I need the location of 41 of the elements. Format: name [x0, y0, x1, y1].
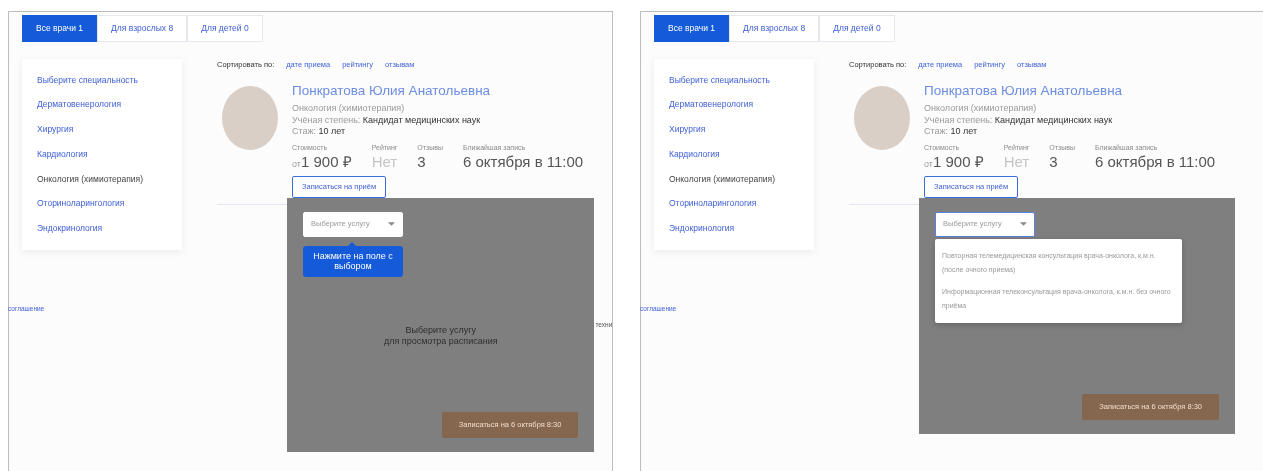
- specialty-link[interactable]: Дерматовенерология: [37, 93, 122, 118]
- stat-value: от1 900 ₽: [924, 153, 984, 171]
- doctor-specialty: Онкология (химиотерапия): [292, 101, 406, 115]
- filter-tab[interactable]: Для детей 0: [187, 15, 263, 42]
- filter-tab[interactable]: Для детей 0: [819, 15, 895, 42]
- doctor-name[interactable]: Понкратова Юлия Анатольевна: [924, 82, 1216, 99]
- experience-text: Стаж: 10 лет: [292, 126, 347, 138]
- specialty-link[interactable]: Выберите специальность: [37, 68, 138, 94]
- doctor-name[interactable]: Понкратова Юлия Анатольевна: [292, 82, 584, 99]
- caret-icon: [388, 222, 395, 227]
- doctor-specialty: Онкология (химиотерапия): [924, 101, 1038, 115]
- stat-value: 6 октября в 11:00: [1095, 153, 1216, 171]
- stat-value: Нет: [371, 153, 398, 171]
- hint-text: Выберите услугу: [404, 325, 477, 336]
- specialty-link[interactable]: Оториноларингология: [37, 192, 125, 217]
- hint-text: для просмотра расписания: [382, 335, 499, 347]
- stat-value: 6 октября в 11:00: [463, 153, 584, 171]
- filter-tab[interactable]: Для взрослых 8: [97, 15, 188, 42]
- experience-text: Стаж: 10 лет: [924, 126, 979, 138]
- specialty-link[interactable]: Эндокринология: [37, 217, 103, 242]
- specialty-link[interactable]: Онкология (химиотерапия): [37, 167, 143, 193]
- specialty-link[interactable]: Хирургия: [669, 118, 706, 143]
- degree-text: Учёная степень: Кандидат медицинских наук: [292, 115, 482, 127]
- specialty-link[interactable]: Кардиология: [37, 142, 88, 168]
- specialty-link[interactable]: Кардиология: [669, 142, 720, 168]
- specialty-link[interactable]: Оториноларингология: [669, 192, 757, 217]
- stat-value: 3: [417, 153, 427, 171]
- specialty-link[interactable]: Хирургия: [37, 118, 74, 143]
- filter-tab[interactable]: Все врачи 1: [654, 15, 730, 42]
- specialty-link[interactable]: Онкология (химиотерапия): [669, 167, 775, 193]
- filter-tab[interactable]: Все врачи 1: [22, 15, 98, 42]
- specialty-link[interactable]: Выберите специальность: [669, 68, 770, 94]
- stat-value: 3: [1049, 153, 1059, 171]
- specialty-link[interactable]: Дерматовенерология: [669, 93, 754, 118]
- degree-text: Учёная степень: Кандидат медицинских наук: [924, 115, 1114, 127]
- caret-icon: [1020, 222, 1027, 227]
- tooltip: Нажмите на поле с выбором: [303, 245, 403, 278]
- stat-value: от1 900 ₽: [292, 153, 352, 171]
- filter-tab[interactable]: Для взрослых 8: [729, 15, 820, 42]
- stat-value: Нет: [1003, 153, 1030, 171]
- specialty-link[interactable]: Эндокринология: [669, 217, 735, 242]
